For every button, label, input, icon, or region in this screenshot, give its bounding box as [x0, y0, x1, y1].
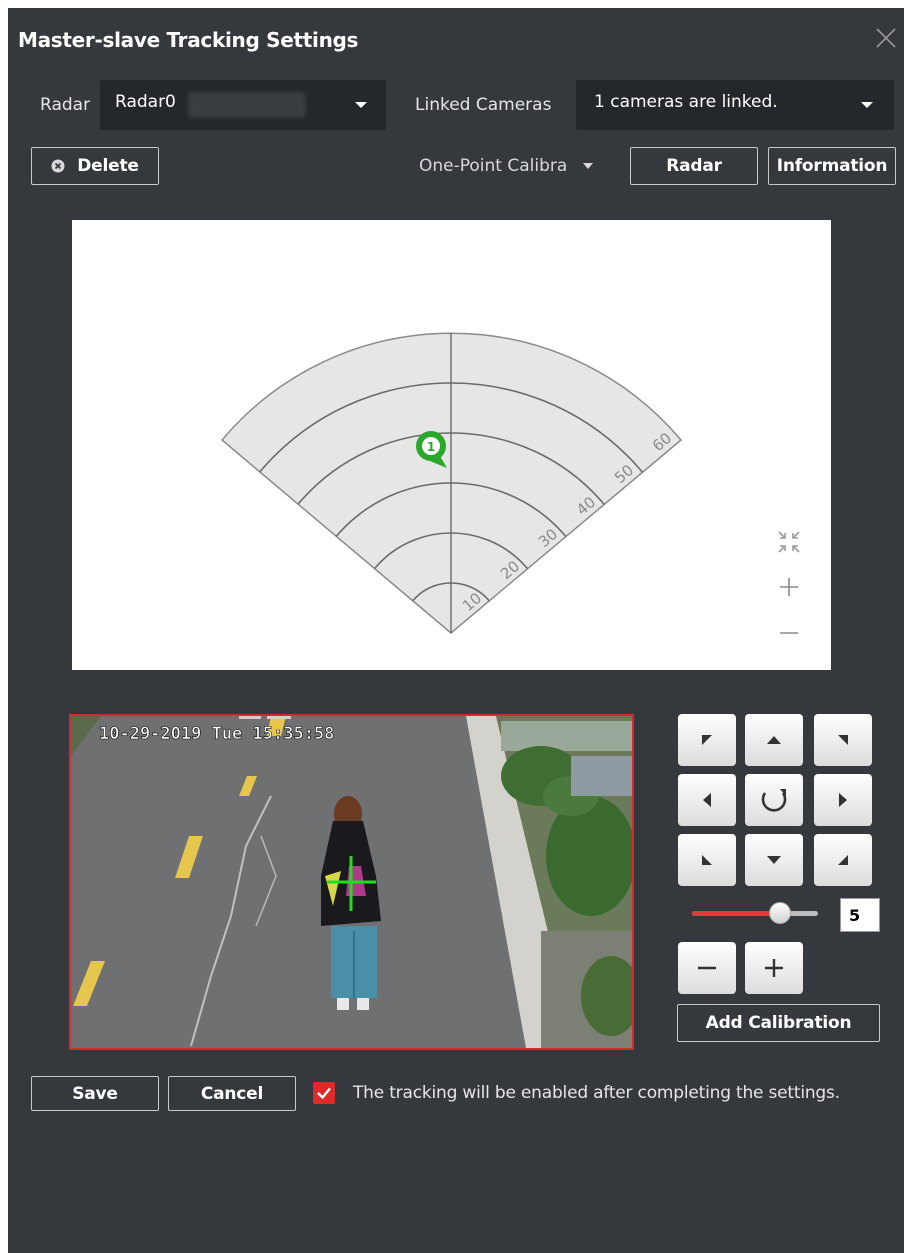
- redacted-text: [188, 92, 306, 118]
- ptz-down-button[interactable]: [745, 834, 803, 886]
- speed-slider-handle[interactable]: [769, 902, 791, 924]
- arrow-down-right-icon: [838, 855, 848, 865]
- calibration-mode-dropdown[interactable]: One-Point Calibra: [419, 156, 593, 176]
- delete-label: Delete: [77, 156, 139, 176]
- tracking-checkbox[interactable]: [313, 1082, 335, 1104]
- checkmark-icon: [317, 1087, 331, 1100]
- tracking-settings-dialog: Master-slave Tracking Settings Radar Rad…: [8, 8, 904, 1253]
- delete-circle-icon: [51, 159, 65, 173]
- ptz-up-button[interactable]: [745, 714, 803, 766]
- speed-value-field[interactable]: 5: [840, 898, 880, 932]
- save-button[interactable]: Save: [31, 1076, 159, 1111]
- target-id: 1: [427, 440, 435, 454]
- zoom-in-button[interactable]: [745, 942, 803, 994]
- ptz-left-button[interactable]: [678, 774, 736, 826]
- radar-select-value: Radar0: [115, 92, 176, 112]
- arrow-down-icon: [767, 856, 781, 864]
- chevron-down-icon: [355, 102, 367, 108]
- ptz-up-left-button[interactable]: [678, 714, 736, 766]
- arrow-right-icon: [839, 793, 847, 807]
- delete-button[interactable]: Delete: [31, 147, 159, 185]
- close-icon[interactable]: [874, 26, 898, 50]
- osd-timestamp: 10-29-2019 Tue 15:35:58: [99, 724, 334, 744]
- radar-button[interactable]: Radar: [630, 147, 758, 185]
- rotate-icon: [761, 789, 787, 812]
- radar-map-panel[interactable]: 10 20 30 40 50 60 1: [72, 220, 831, 670]
- arrow-down-left-icon: [702, 855, 712, 865]
- arrow-up-right-icon: [838, 735, 848, 745]
- arrow-up-icon: [767, 736, 781, 744]
- linked-cameras-value: 1 cameras are linked.: [594, 92, 778, 112]
- radar-fan-chart: 10 20 30 40 50 60 1: [220, 332, 800, 634]
- minus-icon: [698, 966, 716, 970]
- arrow-up-left-icon: [702, 735, 712, 745]
- chevron-down-icon: [582, 163, 593, 169]
- calibration-mode-value: One-Point Calibra: [419, 156, 568, 176]
- ptz-up-right-button[interactable]: [814, 714, 872, 766]
- camera-live-view[interactable]: 10-29-2019 Tue 15:35:58: [69, 714, 634, 1050]
- ptz-auto-button[interactable]: [745, 774, 803, 826]
- camera-frame-image: 10-29-2019 Tue 15:35:58: [71, 716, 632, 1048]
- add-calibration-button[interactable]: Add Calibration: [677, 1004, 880, 1042]
- linked-cameras-label: Linked Cameras: [415, 95, 552, 115]
- zoom-in-icon: [780, 578, 798, 596]
- plus-icon: [765, 959, 783, 977]
- dialog-title: Master-slave Tracking Settings: [18, 28, 359, 52]
- radar-select[interactable]: Radar0: [100, 80, 386, 130]
- fit-icon: [778, 531, 800, 553]
- tracking-note: The tracking will be enabled after compl…: [353, 1083, 840, 1103]
- zoom-out-button[interactable]: [678, 942, 736, 994]
- arrow-left-icon: [703, 793, 711, 807]
- information-button[interactable]: Information: [768, 147, 896, 185]
- ptz-down-right-button[interactable]: [814, 834, 872, 886]
- speed-slider-fill: [692, 911, 780, 916]
- radar-label: Radar: [40, 95, 91, 115]
- ptz-down-left-button[interactable]: [678, 834, 736, 886]
- cancel-button[interactable]: Cancel: [168, 1076, 296, 1111]
- linked-cameras-select[interactable]: 1 cameras are linked.: [576, 80, 894, 130]
- chevron-down-icon: [861, 102, 873, 108]
- ptz-right-button[interactable]: [814, 774, 872, 826]
